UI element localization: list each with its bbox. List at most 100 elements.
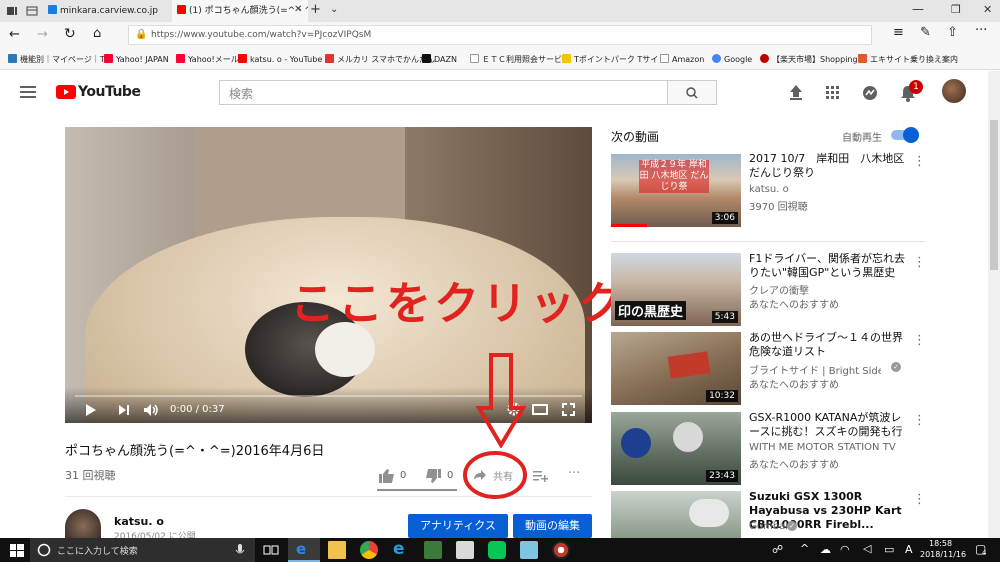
add-to-playlist-icon[interactable] (533, 470, 548, 482)
web-note-icon[interactable]: ✎ (920, 25, 931, 40)
search-button[interactable] (668, 80, 717, 105)
new-tab-icon[interactable]: + (310, 2, 321, 17)
favorite-item[interactable]: ＥＴＣ利用照会サービ (470, 54, 562, 65)
video-duration: 23:43 (706, 470, 738, 482)
item-menu-icon[interactable]: ⋮ (913, 334, 926, 347)
like-count: 0 (400, 470, 407, 481)
favorite-item[interactable]: エキサイト乗り換え案内 (858, 54, 958, 65)
action-center-count: 4 (982, 549, 987, 557)
recommended-thumbnail[interactable]: 10:32 (611, 332, 741, 405)
favorite-item[interactable]: Google (712, 54, 752, 64)
forward-icon[interactable]: → (37, 27, 48, 42)
app-icon[interactable] (552, 541, 570, 559)
theater-mode-icon[interactable] (532, 404, 548, 415)
recommended-title[interactable]: あの世へドライブ～１４の世界危険な道リスト (749, 331, 909, 359)
recommended-thumbnail[interactable] (611, 491, 741, 538)
play-icon[interactable] (85, 403, 97, 417)
recommended-title[interactable]: F1ドライバー、関係者が忘れ去りたい"韓国GP"という黒歴史 (749, 252, 909, 280)
clock-time[interactable]: 18:58 (929, 539, 952, 548)
next-icon[interactable] (118, 404, 130, 416)
favorite-item[interactable]: 機能別｜マイページ｜T (8, 54, 105, 65)
store-icon[interactable] (456, 541, 474, 559)
verified-check-icon: ✓ (787, 521, 797, 531)
verified-check-icon: ✓ (891, 362, 901, 372)
wifi-icon[interactable]: ◠ (840, 543, 850, 556)
user-avatar[interactable] (942, 79, 966, 103)
thumbnail-train (667, 351, 711, 379)
file-explorer-icon[interactable] (328, 541, 346, 559)
favorite-item[interactable]: メルカリ スマホでかんたん (325, 54, 435, 65)
app-icon[interactable] (520, 541, 538, 559)
annotation-down-arrow (476, 353, 526, 448)
volume-tray-icon[interactable]: ◁ (863, 542, 871, 555)
favorite-item[interactable]: Yahoo! JAPAN (104, 54, 169, 64)
item-menu-icon[interactable]: ⋮ (913, 256, 926, 269)
like-ratio-bar (377, 489, 457, 491)
close-tab-icon[interactable]: ✕ (294, 4, 302, 15)
chrome-icon[interactable] (360, 541, 378, 559)
volume-icon[interactable] (143, 403, 159, 417)
task-view-icon[interactable] (262, 541, 280, 559)
clock-date[interactable]: 2018/11/16 (920, 550, 966, 559)
ime-indicator[interactable]: A (905, 543, 913, 556)
internet-explorer-icon[interactable]: e (393, 539, 405, 559)
scrollbar-thumb[interactable] (990, 120, 998, 270)
apps-icon[interactable] (826, 86, 839, 99)
onedrive-icon[interactable]: ☁ (820, 543, 831, 556)
recommended-thumbnail[interactable]: 平成２９年 岸和田 八木地区 だんじり祭 3:06 (611, 154, 741, 227)
url-bar[interactable]: 🔒 https://www.youtube.com/watch?v=PJcozV… (128, 25, 872, 45)
refresh-icon[interactable]: ↻ (64, 26, 76, 42)
hub-icon[interactable]: ≡ (893, 25, 904, 40)
favorite-item[interactable]: Tポイントパーク Tサイト (562, 54, 666, 65)
windows-start-icon[interactable] (8, 541, 26, 559)
favorite-item[interactable]: DAZN (422, 54, 457, 64)
more-actions-icon[interactable]: ··· (568, 466, 580, 481)
recommended-thumbnail[interactable]: 23:43 (611, 412, 741, 485)
notification-count-badge: 1 (909, 80, 923, 94)
recommended-thumbnail[interactable]: 印の黒歴史 5:43 (611, 253, 741, 326)
analytics-button[interactable]: アナリティクス (408, 514, 508, 538)
favorite-item[interactable]: Amazon (660, 54, 704, 64)
messages-icon[interactable] (862, 85, 878, 101)
back-icon[interactable]: ← (9, 27, 20, 42)
more-icon[interactable]: ··· (975, 23, 987, 38)
minimize-icon[interactable]: — (912, 2, 924, 16)
item-menu-icon[interactable]: ⋮ (913, 414, 926, 427)
thumbnail-overlay-text: 印の黒歴史 (615, 301, 687, 320)
show-hidden-icons-chevron-icon[interactable]: ^ (800, 542, 809, 555)
tab-list-chevron-icon[interactable]: ⌄ (330, 4, 338, 15)
menu-icon[interactable] (20, 86, 36, 98)
keyboard-icon[interactable]: ▭ (884, 543, 894, 556)
favorite-item[interactable]: 【楽天市場】Shopping (760, 54, 858, 65)
search-input[interactable]: 検索 (219, 80, 668, 105)
fullscreen-icon[interactable] (562, 403, 575, 416)
favorite-item[interactable]: katsu. o - YouTube (238, 54, 322, 64)
thumbnail-motorcycle (689, 499, 729, 527)
video-time: 0:00 / 0:37 (170, 404, 225, 415)
channel-avatar[interactable] (65, 509, 101, 538)
tab-preview-icon[interactable] (26, 5, 38, 17)
recommended-title[interactable]: GSX-R1000 KATANAが筑波レースに挑む！スズキの開発も行 (749, 411, 909, 439)
window-close-icon[interactable]: ✕ (983, 3, 992, 16)
edit-video-button[interactable]: 動画の編集 (513, 514, 592, 538)
taskbar-search-box[interactable]: ここに入力して検索 (30, 538, 255, 562)
people-icon[interactable]: ☍ (772, 543, 783, 556)
tab-actions-icon[interactable] (6, 5, 18, 17)
share-browser-icon[interactable]: ⇧ (947, 25, 958, 40)
line-icon[interactable] (488, 541, 506, 559)
dislike-icon[interactable] (425, 469, 441, 484)
favorite-item[interactable]: Yahoo!メール (176, 54, 239, 65)
recommended-title[interactable]: 2017 10/7 岸和田 八木地区だんじり祭り (749, 152, 909, 180)
browser-tab-bar: minkara.carview.co.jp (1) ポコちゃん顔洗う(=^・^=… (0, 0, 1000, 22)
taskbar-edge-active[interactable]: e (288, 538, 320, 562)
home-icon[interactable]: ⌂ (93, 26, 101, 41)
app-icon[interactable] (424, 541, 442, 559)
like-icon[interactable] (379, 468, 395, 483)
channel-name[interactable]: katsu. o (114, 515, 164, 528)
tab-minkara[interactable]: minkara.carview.co.jp (44, 0, 172, 22)
item-menu-icon[interactable]: ⋮ (913, 493, 926, 506)
maximize-icon[interactable]: ❐ (951, 3, 961, 16)
tab-youtube[interactable]: (1) ポコちゃん顔洗う(=^・^= (172, 0, 308, 22)
upload-icon[interactable] (789, 84, 803, 100)
item-menu-icon[interactable]: ⋮ (913, 155, 926, 168)
